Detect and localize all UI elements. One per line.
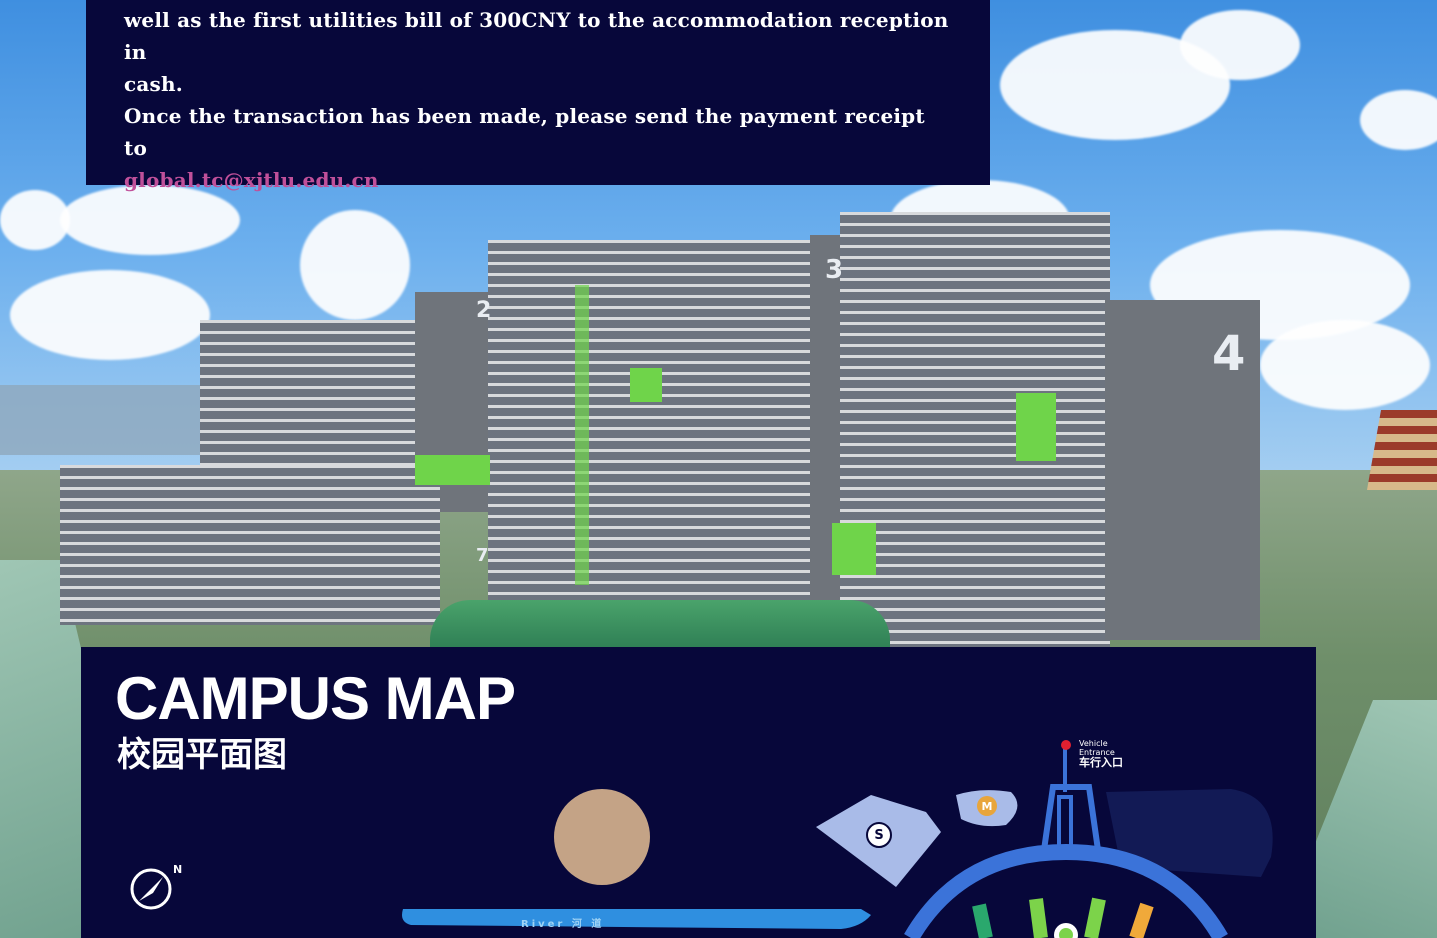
cloud — [10, 270, 210, 360]
cloud — [1260, 320, 1430, 410]
payment-info-panel: well as the first utilities bill of 300C… — [86, 0, 990, 192]
building-number-4: 4 — [1212, 326, 1246, 382]
green-accent-box — [832, 523, 876, 575]
building-4 — [840, 212, 1110, 652]
map-subtitle-chinese: 校园平面图 — [117, 735, 287, 775]
cloud — [0, 190, 70, 250]
location-marker — [554, 789, 650, 885]
email-link[interactable]: global.tc@xjtlu.edu.cn — [124, 168, 379, 192]
city-skyline — [0, 385, 200, 455]
campus-map-panel: CAMPUS MAP 校园平面图 N River 河 道 Vehicle Ent… — [81, 647, 1316, 938]
vehicle-route — [1057, 749, 1073, 847]
vehicle-entrance-pin-icon — [1061, 740, 1071, 750]
map-title: CAMPUS MAP — [115, 665, 516, 732]
building-number-7: 7 — [476, 545, 489, 566]
green-accent-strip — [575, 285, 589, 585]
building-m-badge[interactable]: M — [977, 796, 997, 816]
building-3 — [488, 240, 818, 600]
green-accent-box — [630, 368, 662, 402]
building-s-badge[interactable]: S — [866, 822, 892, 848]
building-number-3: 3 — [825, 255, 844, 285]
green-accent-box — [1016, 393, 1056, 461]
info-text-line: cash. — [124, 72, 183, 96]
cloud — [300, 210, 410, 320]
vehicle-entrance-label: Vehicle Entrance 车行入口 — [1079, 739, 1123, 769]
info-text-line: well as the first utilities bill of 300C… — [124, 8, 949, 64]
green-roof-building — [430, 600, 890, 648]
green-accent-box — [415, 455, 490, 485]
cloud — [1180, 10, 1300, 80]
compass-icon: N — [130, 863, 182, 910]
building-number-2: 2 — [476, 298, 492, 323]
vehicle-entrance-cn: 车行入口 — [1079, 756, 1123, 769]
river — [402, 909, 871, 929]
river-label: River 河 道 — [521, 919, 605, 930]
info-text-line: Once the transaction has been made, plea… — [124, 104, 925, 160]
vehicle-entrance-en-1: Vehicle — [1079, 739, 1108, 748]
building-low — [60, 465, 440, 625]
compass-north-label: N — [173, 863, 182, 876]
